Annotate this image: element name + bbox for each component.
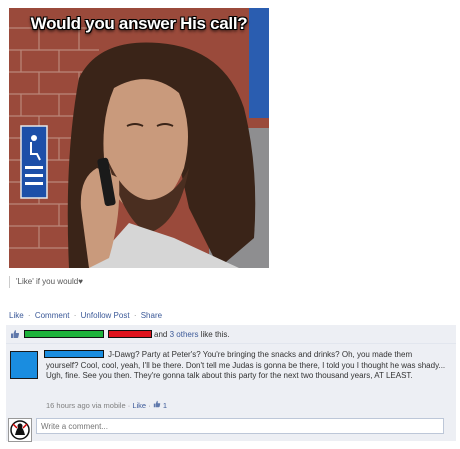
redacted-name-red [108,330,152,338]
likes-and: and [154,330,168,339]
current-user-avatar[interactable] [8,418,32,442]
others-link[interactable]: 3 others [170,330,199,339]
jesus-phone-image [9,8,269,268]
likes-text: and 3 others like this. [154,330,230,339]
post-photo[interactable]: Would you answer His call? [9,8,269,268]
comment-like-link[interactable]: Like [132,401,146,410]
separator: · [148,401,151,410]
separator: · [133,311,137,320]
comment-like-count[interactable]: 1 [153,400,168,410]
redacted-name-green [24,330,104,338]
comment-meta: 16 hours ago via mobile · Like · 1 [46,400,167,410]
separator: · [127,401,131,410]
write-comment-input[interactable] [36,418,444,434]
like-count-value: 1 [162,401,168,410]
thumbs-up-icon [11,330,20,338]
post-message: 'Like' if you would♥ [9,276,83,288]
post-actions: Like · Comment · Unfollow Post · Share [9,311,162,320]
likes-summary: and 3 others like this. [6,325,456,344]
separator: · [27,311,31,320]
unfollow-post-link[interactable]: Unfollow Post [81,311,130,320]
likes-suffix: like this. [200,330,230,339]
comment-text: J-Dawg? Party at Peter's? You're bringin… [46,350,448,382]
comment-text-line1: J-Dawg? Party at Peter's? You're bringin… [108,350,413,359]
separator: · [73,311,77,320]
comment-link[interactable]: Comment [35,311,70,320]
user-avatar-icon [10,420,30,440]
like-link[interactable]: Like [9,311,24,320]
comment-text-rest: yourself? Cool, cool, yeah, I'll be ther… [46,360,446,381]
comment-timestamp[interactable]: 16 hours ago via mobile [46,401,126,410]
share-link[interactable]: Share [141,311,162,320]
photo-caption: Would you answer His call? [30,14,248,33]
thumbs-up-icon [153,400,161,408]
commenter-avatar[interactable] [10,351,38,379]
